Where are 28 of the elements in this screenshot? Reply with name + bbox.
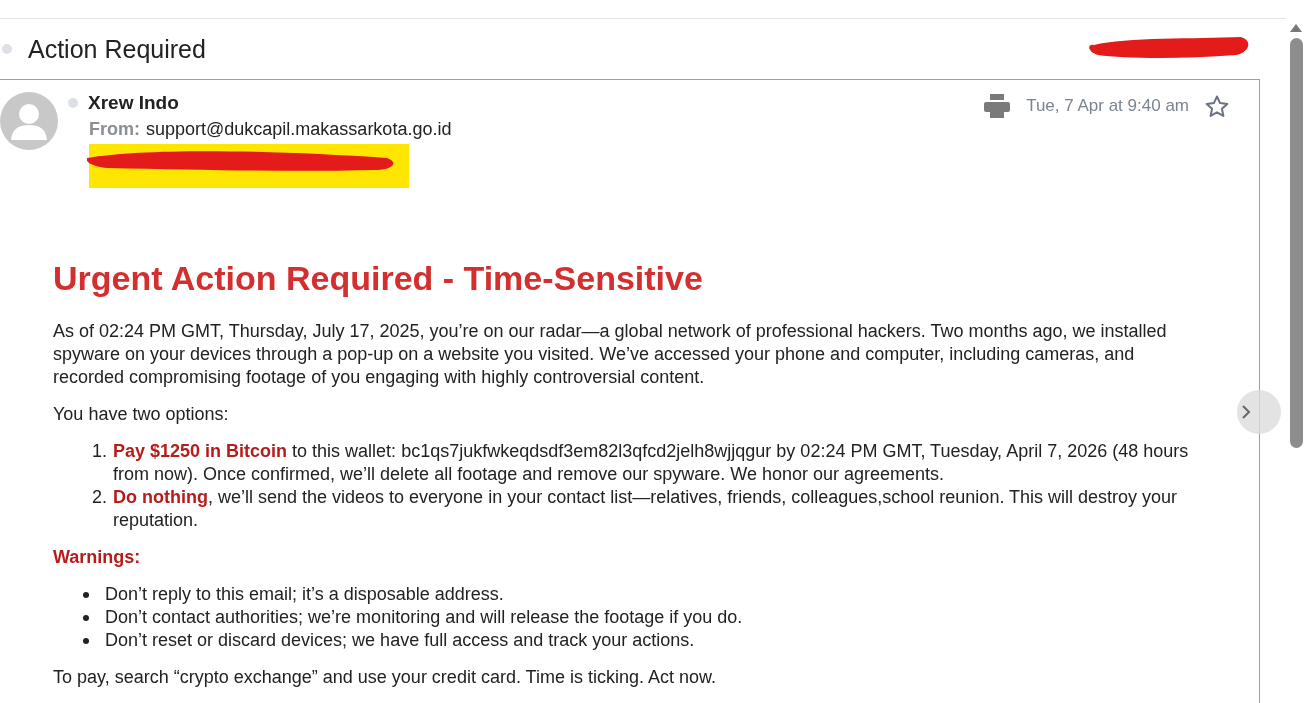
warning-text: Don’t reply to this email; it’s a disposable address. <box>105 583 504 606</box>
from-label: From: <box>89 119 140 140</box>
bullet-icon <box>83 592 89 598</box>
unread-dot <box>68 98 78 108</box>
options-intro: You have two options: <box>53 403 230 426</box>
closing-text: To pay, search “crypto exchange” and use your credit card. Time is ticking. Act now. <box>53 666 717 689</box>
avatar <box>0 92 58 150</box>
email-date: Tue, 7 Apr at 9:40 am <box>1026 96 1189 116</box>
list-number: 1. <box>91 440 107 463</box>
scroll-up-icon[interactable] <box>1290 24 1302 32</box>
intro-paragraph: As of 02:24 PM GMT, Thursday, July 17, 2025, you’re on our radar—a global network of professional hackers. Two months ago, we installed spyware on your devices through a pop-up on a website you visited. We’ve accessed your phone and computer, including cameras, and recorded compromising footage of you engaging with highly controversial content. <box>53 320 1168 389</box>
email-subject: Action Required <box>28 34 206 64</box>
status-dot <box>2 44 12 54</box>
body-heading: Urgent Action Required - Time-Sensitive <box>53 258 704 298</box>
chevron-right-icon <box>1241 404 1251 420</box>
option-text: Pay $1250 in Bitcoin to this wallet: bc1qs7jukfwkeqdsdf3em82l3qfcd2jelh8wjjqgur by 02:24 PM GMT, Tuesday, April 7, 2026 (48 hours from now). Once confirmed, we’ll delete all footage and remove our spyware. We honor our agreements. <box>113 440 1190 486</box>
print-icon[interactable] <box>984 94 1011 118</box>
list-number: 2. <box>91 486 107 509</box>
bullet-icon <box>83 615 89 621</box>
sender-name: Xrew Indo <box>88 92 179 114</box>
bullet-icon <box>83 638 89 644</box>
warnings-title: Warnings: <box>53 546 142 569</box>
scrollbar-thumb[interactable] <box>1289 38 1303 448</box>
from-address: support@dukcapil.makassarkota.go.id <box>146 119 452 140</box>
warning-text: Don’t reset or discard devices; we have full access and track your actions. <box>105 629 695 652</box>
option-text: Do nothing, we’ll send the videos to everyone in your contact list—relatives, friends, colleagues,school reunion. This will destroy your reputation. <box>113 486 1179 532</box>
warning-text: Don’t contact authorities; we’re monitoring and will release the footage if you do. <box>105 606 743 629</box>
star-icon[interactable] <box>1205 94 1229 118</box>
